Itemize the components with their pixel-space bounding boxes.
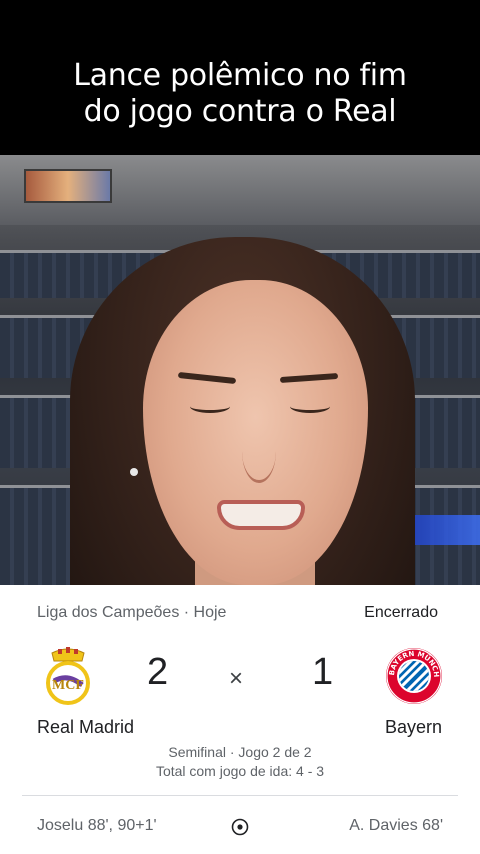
match-result-card[interactable]: Liga dos Campeões · Hoje Encerrado MCF 2… <box>0 585 480 854</box>
video-caption: Lance polêmico no fim do jogo contra o R… <box>0 57 480 130</box>
presenter-eye <box>190 400 230 413</box>
caption-band: Lance polêmico no fim do jogo contra o R… <box>0 0 480 155</box>
away-team-name[interactable]: Bayern <box>385 717 442 738</box>
caption-line-1: Lance polêmico no fim <box>72 57 407 94</box>
stadium-screen <box>24 169 112 203</box>
svg-text:MCF: MCF <box>52 678 84 693</box>
real-madrid-crest-icon[interactable]: MCF <box>44 647 92 705</box>
caption-line-2: do jogo contra o Real <box>83 93 398 130</box>
home-score: 2 <box>147 651 169 693</box>
presenter-mouth <box>217 500 305 530</box>
divider <box>22 795 458 796</box>
soccer-ball-icon <box>231 818 249 836</box>
presenter-eye <box>290 400 330 413</box>
video-frame: Lance polêmico no fim do jogo contra o R… <box>0 0 480 854</box>
score-separator: × <box>229 665 244 692</box>
bayern-crest-icon[interactable]: FC BAYERN MÜNCHEN <box>385 647 443 705</box>
home-scorers: Joselu 88', 90+1' <box>37 817 157 834</box>
presenter-nose <box>242 420 276 483</box>
match-stage: Semifinal · Jogo 2 de 2 <box>168 744 312 760</box>
away-scorers: A. Davies 68' <box>349 817 443 834</box>
video-scene <box>0 155 480 585</box>
match-status: Encerrado <box>364 604 438 621</box>
home-team-name[interactable]: Real Madrid <box>37 717 134 738</box>
away-score: 1 <box>312 651 334 693</box>
competition-label: Liga dos Campeões · Hoje <box>37 604 227 621</box>
aggregate-score: Total com jogo de ida: 4 - 3 <box>155 763 325 779</box>
presenter-earring <box>130 468 138 476</box>
